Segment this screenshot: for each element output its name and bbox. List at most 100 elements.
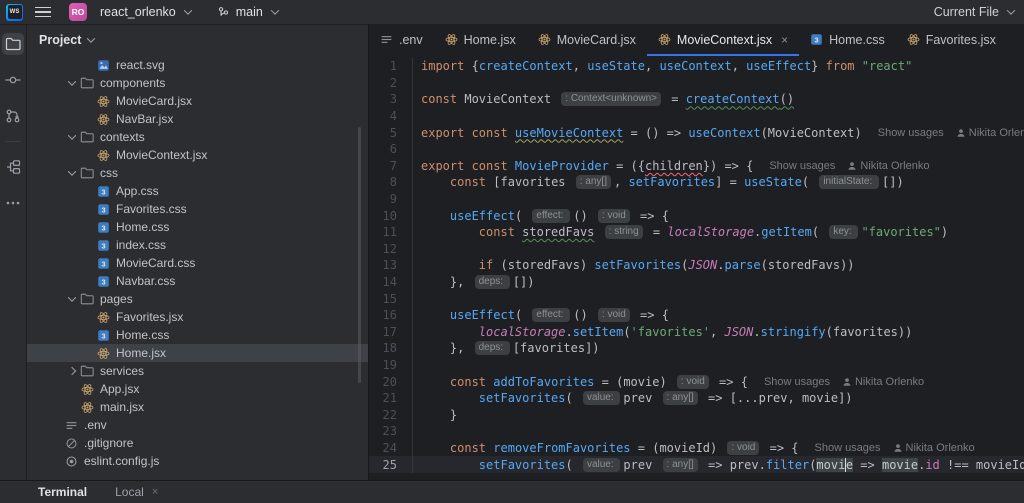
code-line[interactable]: 1import {createContext, useState, useCon… — [369, 58, 1024, 75]
tab-moviecard-jsx[interactable]: MovieCard.jsx — [527, 25, 647, 56]
terminal-title[interactable]: Terminal — [38, 485, 87, 499]
project-panel-header[interactable]: Project — [27, 25, 368, 55]
tree-item-favorites-css[interactable]: 3Favorites.css — [27, 200, 368, 218]
main-menu-icon[interactable] — [35, 7, 51, 18]
code-line[interactable]: 3const MovieContext : Context<unknown> =… — [369, 91, 1024, 108]
eslint-icon — [63, 455, 79, 468]
tree-item-app-css[interactable]: 3App.css — [27, 182, 368, 200]
line-number: 19 — [369, 357, 413, 374]
tree-item-pages[interactable]: pages — [27, 290, 368, 308]
code-line[interactable]: 11 const storedFavs : string = localStor… — [369, 224, 1024, 241]
tree-item-navbar-css[interactable]: 3Navbar.css — [27, 272, 368, 290]
code-token: , — [573, 59, 587, 73]
code-line[interactable]: 22 } — [369, 406, 1024, 423]
structure-icon[interactable] — [2, 156, 24, 178]
code-token: const — [421, 92, 464, 106]
tree-item-favorites-jsx[interactable]: Favorites.jsx — [27, 308, 368, 326]
code-author-link[interactable]: Nikita Orlenko — [847, 160, 929, 172]
close-icon[interactable]: × — [781, 33, 788, 47]
env-icon — [63, 419, 79, 432]
code-line[interactable]: 20 const addToFavorites = (movie) : void… — [369, 373, 1024, 390]
react-icon — [907, 33, 920, 46]
tree-item-navbar-jsx[interactable]: NavBar.jsx — [27, 110, 368, 128]
chevron-down-icon[interactable] — [65, 134, 79, 140]
code-editor[interactable]: 1import {createContext, useState, useCon… — [369, 56, 1024, 480]
tree-item-eslint-config-js[interactable]: eslint.config.js — [27, 452, 368, 470]
tree-item-home-jsx[interactable]: Home.jsx — [27, 344, 368, 362]
code-line[interactable]: 18 }, deps: [favorites]) — [369, 340, 1024, 357]
react-icon — [79, 383, 95, 396]
terminal-tab-local[interactable]: Local × — [115, 485, 158, 499]
branch-widget[interactable]: main — [217, 5, 278, 19]
tree-item-moviecontext-jsx[interactable]: MovieContext.jsx — [27, 146, 368, 164]
code-line[interactable]: 19 — [369, 357, 1024, 374]
show-usages-link[interactable]: Show usages — [878, 127, 944, 139]
code-line[interactable]: 2 — [369, 75, 1024, 92]
tree-item-services[interactable]: services — [27, 362, 368, 380]
code-line[interactable]: 9 — [369, 191, 1024, 208]
code-line[interactable]: 24 const removeFromFavorites = (movieId)… — [369, 440, 1024, 457]
author-name: Nikita Orlenko — [855, 376, 924, 388]
tree-item-moviecard-css[interactable]: 3MovieCard.css — [27, 254, 368, 272]
tree-item-label: services — [100, 364, 144, 378]
show-usages-link[interactable]: Show usages — [815, 442, 881, 454]
code-token: ] = — [715, 175, 744, 189]
tree-item-moviecard-jsx[interactable]: MovieCard.jsx — [27, 92, 368, 110]
code-token — [421, 175, 450, 189]
tree-item--gitignore[interactable]: .gitignore — [27, 434, 368, 452]
chevron-down-icon[interactable] — [65, 296, 79, 302]
tree-item-main-jsx[interactable]: main.jsx — [27, 398, 368, 416]
code-line[interactable]: 23 — [369, 423, 1024, 440]
tree-item-react-svg[interactable]: react.svg — [27, 56, 368, 74]
code-line[interactable]: 13 if (storedFavs) setFavorites(JSON.par… — [369, 257, 1024, 274]
tree-item--env[interactable]: .env — [27, 416, 368, 434]
code-line[interactable]: 4 — [369, 108, 1024, 125]
chevron-down-icon[interactable] — [65, 80, 79, 86]
code-line[interactable]: 21 setFavorites( value: prev : any[] => … — [369, 390, 1024, 407]
code-author-link[interactable]: Nikita Orlenko — [893, 442, 975, 454]
code-author-link[interactable]: Nikita Orlenko — [956, 127, 1024, 139]
run-configuration-selector[interactable]: Current File — [934, 5, 1014, 19]
code-line[interactable]: 5export const useMovieContext = () => us… — [369, 124, 1024, 141]
project-scrollbar[interactable] — [358, 127, 361, 383]
chevron-down-icon[interactable] — [65, 170, 79, 176]
project-folder-icon[interactable] — [2, 33, 24, 55]
tab-home-css[interactable]: 3Home.css — [799, 25, 896, 56]
tree-item-home-css[interactable]: 3Home.css — [27, 326, 368, 344]
code-line[interactable]: 12 — [369, 241, 1024, 258]
chevron-right-icon[interactable] — [65, 368, 79, 374]
line-number: 21 — [369, 390, 413, 407]
close-icon[interactable]: × — [152, 486, 158, 498]
tree-item-index-css[interactable]: 3index.css — [27, 236, 368, 254]
code-author-link[interactable]: Nikita Orlenko — [842, 376, 924, 388]
code-token: [favorites — [493, 175, 572, 189]
code-line[interactable]: 16 useEffect( effect: () : void => { — [369, 307, 1024, 324]
tree-item-css[interactable]: css — [27, 164, 368, 182]
tab--env[interactable]: .env — [369, 25, 434, 56]
code-line[interactable]: 14 }, deps: []) — [369, 274, 1024, 291]
code-line[interactable]: 6 — [369, 141, 1024, 158]
tab-moviecontext-jsx[interactable]: MovieContext.jsx× — [647, 25, 799, 56]
tree-item-contexts[interactable]: contexts — [27, 128, 368, 146]
tab-home-jsx[interactable]: Home.jsx — [434, 25, 527, 56]
commit-icon[interactable] — [2, 69, 24, 91]
line-number: 23 — [369, 423, 413, 440]
code-line[interactable]: 8 const [favorites : any[], setFavorites… — [369, 174, 1024, 191]
code-token: => { — [762, 441, 798, 455]
tree-item-app-jsx[interactable]: App.jsx — [27, 380, 368, 398]
code-token: (storedFavs)) — [761, 258, 855, 272]
line-content: import {createContext, useState, useCont… — [413, 59, 912, 73]
code-line[interactable]: 10 useEffect( effect: () : void => { — [369, 207, 1024, 224]
show-usages-link[interactable]: Show usages — [769, 160, 835, 172]
code-line[interactable]: 15 — [369, 290, 1024, 307]
code-line[interactable]: 25 setFavorites( value: prev : any[] => … — [369, 456, 1024, 473]
tree-item-components[interactable]: components — [27, 74, 368, 92]
tab-favorites-jsx[interactable]: Favorites.jsx — [896, 25, 1007, 56]
more-icon[interactable] — [2, 192, 24, 214]
vcs-icon[interactable] — [2, 105, 24, 127]
project-widget[interactable]: RO react_orlenko — [69, 3, 191, 21]
tree-item-home-css[interactable]: 3Home.css — [27, 218, 368, 236]
show-usages-link[interactable]: Show usages — [764, 376, 830, 388]
code-line[interactable]: 7export const MovieProvider = ({children… — [369, 158, 1024, 175]
code-line[interactable]: 17 localStorage.setItem('favorites', JSO… — [369, 324, 1024, 341]
